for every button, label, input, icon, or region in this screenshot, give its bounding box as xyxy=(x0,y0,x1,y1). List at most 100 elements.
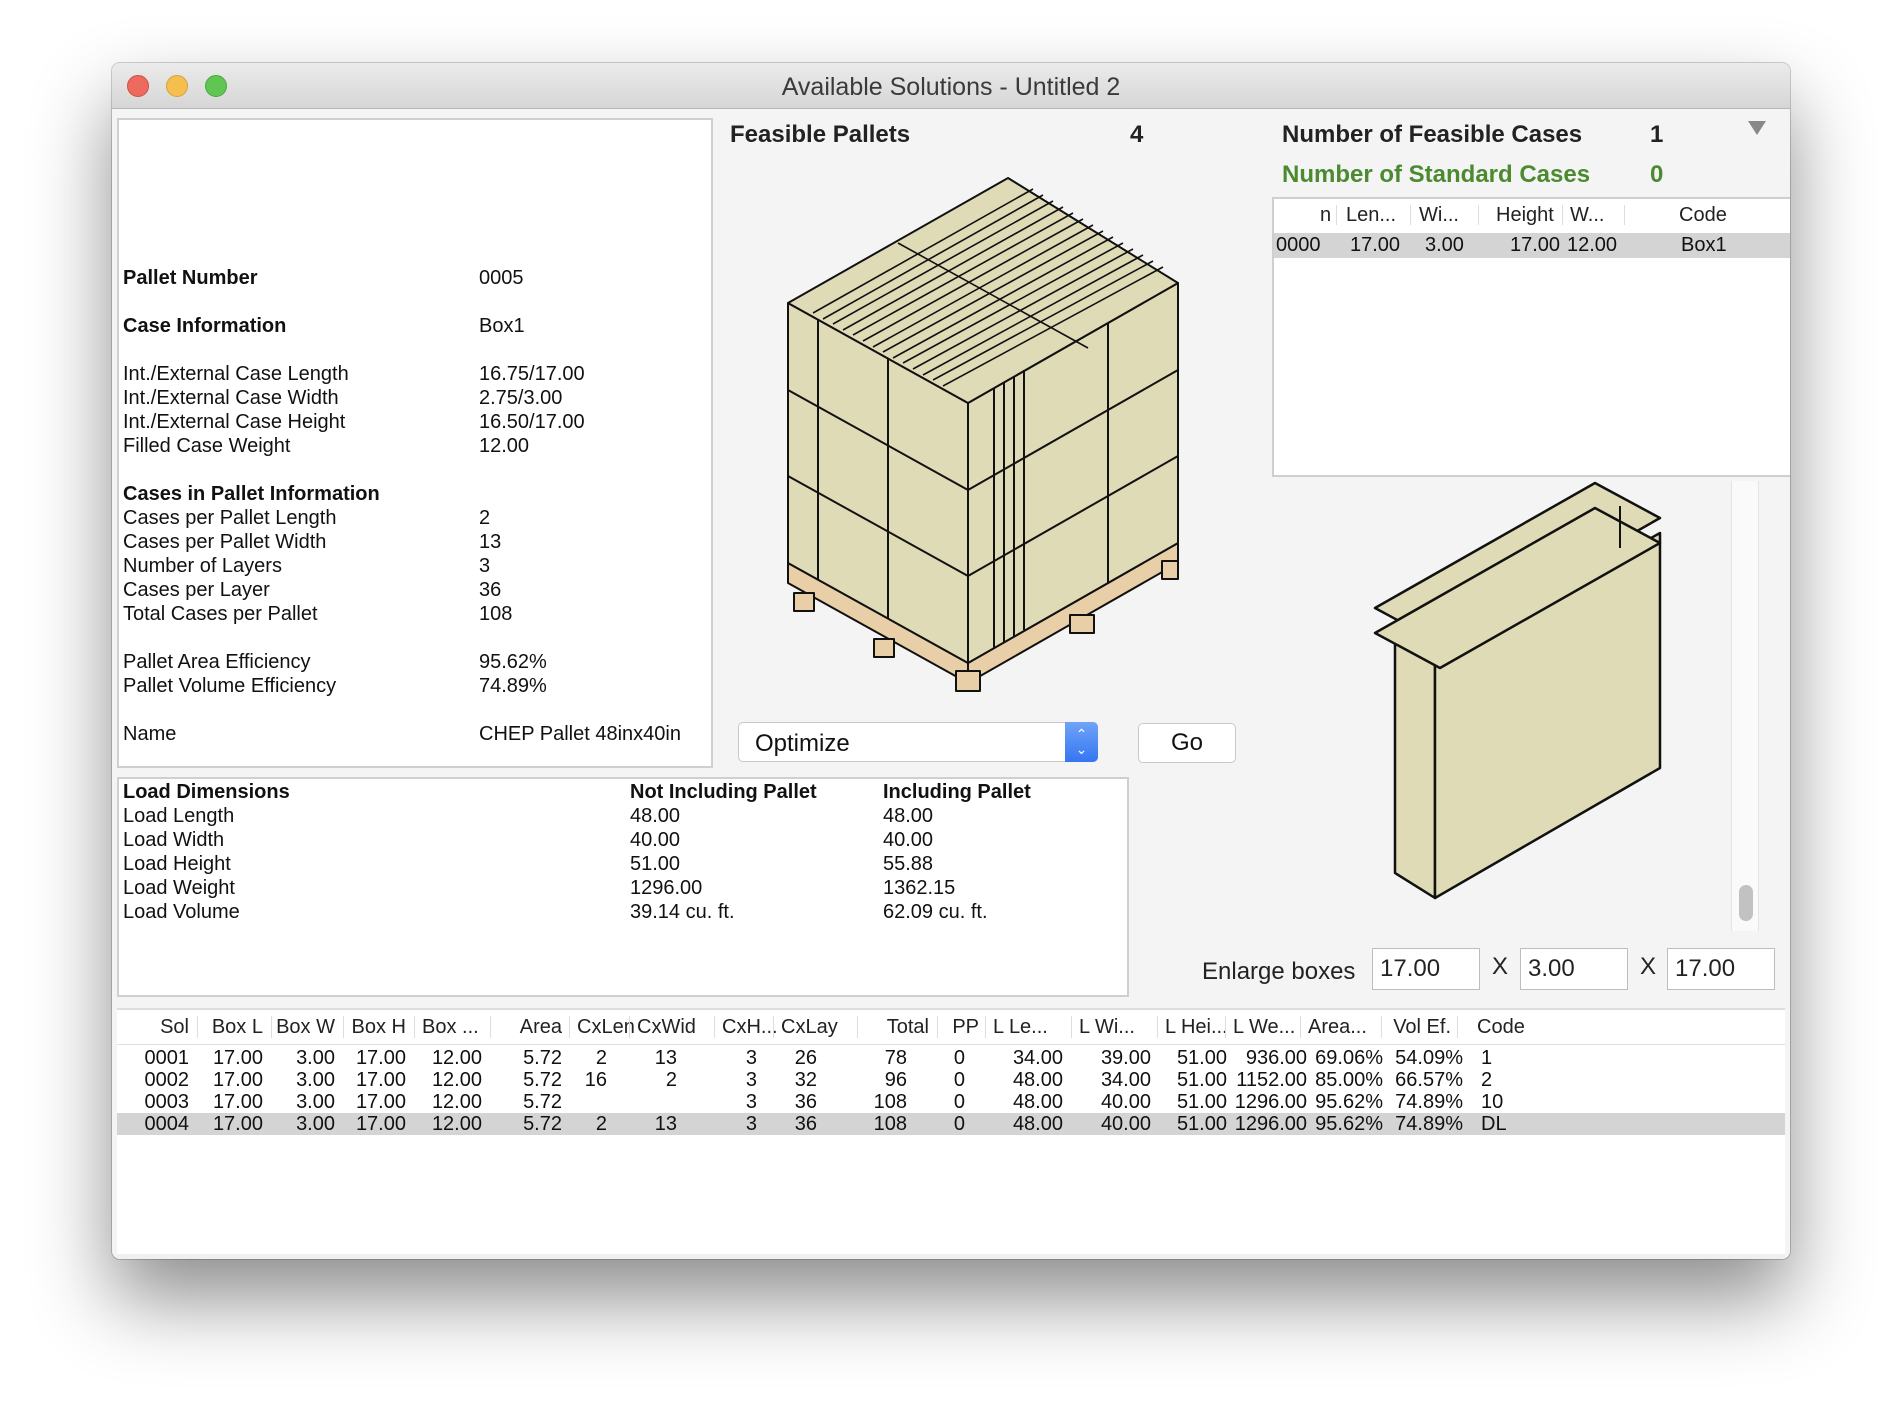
info-value: 3 xyxy=(479,555,491,577)
load-value: 40.00 xyxy=(883,829,934,851)
load-label: Load Height xyxy=(123,853,231,875)
pallet-number-label: Pallet Number xyxy=(123,267,258,289)
table-cell: 0 xyxy=(953,1047,965,1069)
column-header-n[interactable]: n xyxy=(1320,204,1331,227)
table-cell: 3 xyxy=(745,1091,757,1113)
table-cell: 1296.00 xyxy=(1234,1091,1307,1113)
column-header[interactable]: Box L xyxy=(212,1016,263,1039)
column-divider[interactable] xyxy=(985,1016,986,1038)
column-divider[interactable] xyxy=(1410,205,1411,225)
table-row-selected[interactable]: 0004 17.00 3.00 17.00 12.00 5.72 2 13 3 36 108 0 48.… xyxy=(117,1113,1785,1135)
table-cell: 3.00 xyxy=(296,1091,335,1113)
feasible-cases-table[interactable]: n Len... Wi... Height W... Code 0000 17.… xyxy=(1272,197,1790,477)
table-cell: 66.57% xyxy=(1395,1069,1463,1091)
column-divider[interactable] xyxy=(1457,1016,1458,1038)
column-header[interactable]: Total xyxy=(887,1016,929,1039)
column-header[interactable]: Area... xyxy=(1308,1016,1367,1039)
table-cell: 95.62% xyxy=(1315,1091,1383,1113)
enlarge-height-input[interactable] xyxy=(1667,948,1775,990)
column-divider[interactable] xyxy=(773,1016,774,1038)
table-cell: 1 xyxy=(1481,1047,1493,1069)
column-divider[interactable] xyxy=(1562,205,1563,225)
column-divider[interactable] xyxy=(1624,205,1625,225)
scrollbar-thumb[interactable] xyxy=(1739,885,1753,921)
column-header[interactable]: CxH... xyxy=(722,1016,778,1039)
load-value: 48.00 xyxy=(630,805,681,827)
case-information-label: Case Information xyxy=(123,315,287,337)
table-cell: 34.00 xyxy=(1012,1047,1063,1069)
table-row[interactable]: 0002 17.00 3.00 17.00 12.00 5.72 16 2 3 32 96 0 48.0… xyxy=(117,1069,1785,1091)
load-value: 51.00 xyxy=(630,853,681,875)
column-divider[interactable] xyxy=(714,1016,715,1038)
pallet-3d-view[interactable] xyxy=(778,163,1192,693)
column-header[interactable]: Box ... xyxy=(422,1016,479,1039)
table-row[interactable]: 0003 17.00 3.00 17.00 12.00 5.72 3 36 108 0 48.00 4… xyxy=(117,1091,1785,1113)
column-header[interactable]: Box W xyxy=(276,1016,335,1039)
enlarge-length-input[interactable] xyxy=(1372,948,1480,990)
table-cell: 16 xyxy=(584,1069,607,1091)
table-cell: 51.00 xyxy=(1176,1047,1227,1069)
column-divider[interactable] xyxy=(937,1016,938,1038)
column-divider[interactable] xyxy=(857,1016,858,1038)
column-header-code[interactable]: Code xyxy=(1679,204,1727,227)
enlarge-boxes-label: Enlarge boxes xyxy=(1202,958,1356,985)
table-cell: 34.00 xyxy=(1100,1069,1151,1091)
table-cell: 48.00 xyxy=(1012,1069,1063,1091)
column-header[interactable]: CxLay xyxy=(781,1016,838,1039)
dimension-separator: X xyxy=(1640,953,1657,980)
table-cell: 26 xyxy=(794,1047,817,1069)
info-label: Int./External Case Length xyxy=(123,363,349,385)
column-header[interactable]: Code xyxy=(1477,1016,1525,1039)
table-cell: 69.06% xyxy=(1315,1047,1383,1069)
info-value: 16.75/17.00 xyxy=(479,363,585,385)
column-divider[interactable] xyxy=(414,1016,415,1038)
table-row[interactable]: 0001 17.00 3.00 17.00 12.00 5.72 2 13 3 26 78 0 34.0… xyxy=(117,1047,1785,1069)
column-header-height[interactable]: Height xyxy=(1496,204,1554,227)
column-header[interactable]: L We... xyxy=(1233,1016,1295,1039)
mode-select[interactable]: Optimize ⌃ ⌄ xyxy=(738,722,1098,762)
table-cell: DL xyxy=(1481,1113,1507,1135)
column-header[interactable]: CxWid xyxy=(637,1016,696,1039)
disclosure-triangle-icon[interactable] xyxy=(1748,121,1766,135)
column-divider[interactable] xyxy=(569,1016,570,1038)
column-divider[interactable] xyxy=(1071,1016,1072,1038)
column-divider[interactable] xyxy=(1381,1016,1382,1038)
table-cell: 39.00 xyxy=(1100,1047,1151,1069)
solutions-table[interactable]: Sol Box L Box W Box H Box ... Area CxLen CxWid C… xyxy=(117,1008,1785,1259)
table-footer-strip xyxy=(117,1254,1785,1259)
title-bar[interactable]: Available Solutions - Untitled 2 xyxy=(112,63,1790,109)
column-divider[interactable] xyxy=(1157,1016,1158,1038)
column-header[interactable]: L Hei... xyxy=(1165,1016,1228,1039)
column-header[interactable]: Area xyxy=(520,1016,562,1039)
column-header-length[interactable]: Len... xyxy=(1346,204,1396,227)
table-cell: 13 xyxy=(654,1047,677,1069)
column-divider[interactable] xyxy=(629,1016,630,1038)
column-divider[interactable] xyxy=(1336,205,1337,225)
case-3d-view[interactable] xyxy=(1355,478,1695,948)
table-cell: 12.00 xyxy=(431,1113,482,1135)
column-header[interactable]: CxLen xyxy=(577,1016,635,1039)
column-divider[interactable] xyxy=(490,1016,491,1038)
column-header[interactable]: L Le... xyxy=(993,1016,1048,1039)
column-header[interactable]: PP xyxy=(952,1016,979,1039)
enlarge-width-input[interactable] xyxy=(1520,948,1628,990)
table-cell: 2 xyxy=(595,1113,607,1135)
column-divider[interactable] xyxy=(1225,1016,1226,1038)
vertical-scrollbar[interactable] xyxy=(1731,481,1759,931)
table-cell: 3.00 xyxy=(296,1047,335,1069)
table-cell: 2 xyxy=(595,1047,607,1069)
column-header-weight[interactable]: W... xyxy=(1570,204,1604,227)
column-header[interactable]: Vol Ef. xyxy=(1393,1016,1451,1039)
go-button[interactable]: Go xyxy=(1138,723,1236,763)
column-header-width[interactable]: Wi... xyxy=(1419,204,1459,227)
column-header[interactable]: Sol xyxy=(160,1016,189,1039)
column-divider[interactable] xyxy=(343,1016,344,1038)
column-header[interactable]: L Wi... xyxy=(1079,1016,1135,1039)
column-divider[interactable] xyxy=(1478,205,1479,225)
table-cell: 936.00 xyxy=(1245,1047,1307,1069)
column-divider[interactable] xyxy=(271,1016,272,1038)
column-divider[interactable] xyxy=(197,1016,198,1038)
column-divider[interactable] xyxy=(1300,1016,1301,1038)
load-header: Load Dimensions xyxy=(123,781,290,803)
column-header[interactable]: Box H xyxy=(352,1016,406,1039)
